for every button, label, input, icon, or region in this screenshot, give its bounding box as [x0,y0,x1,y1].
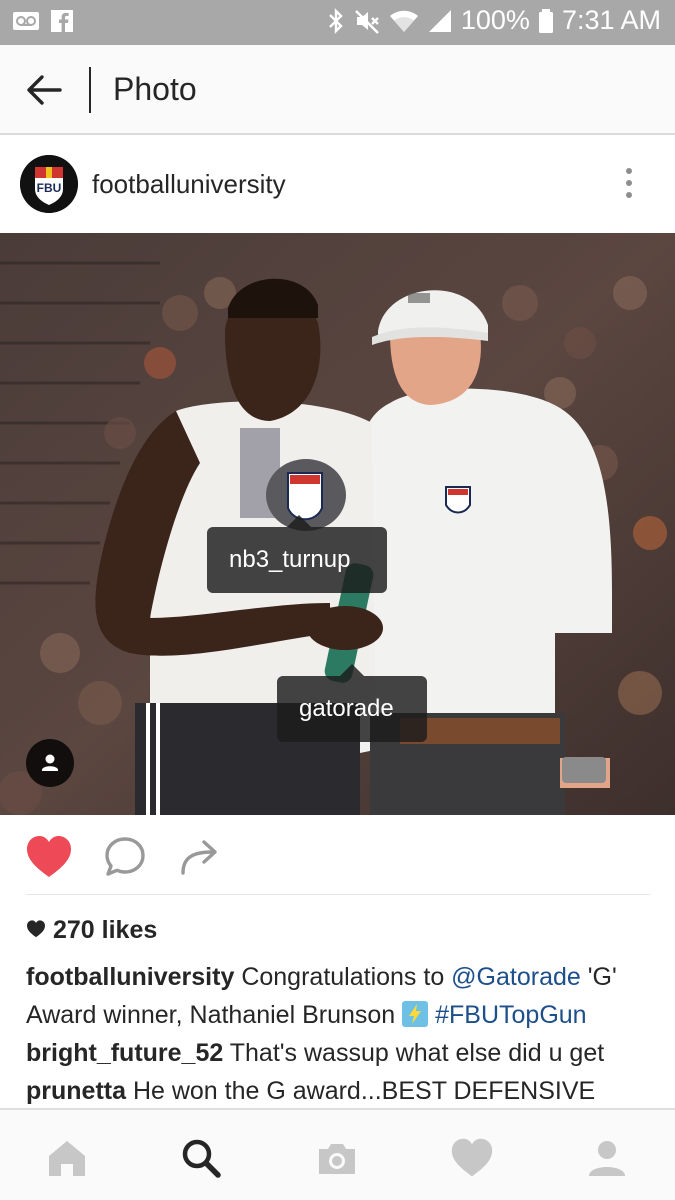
profile-icon [585,1141,629,1184]
caption-hashtag[interactable]: #FBUTopGun [435,1001,586,1029]
person-icon [26,739,74,787]
camera-icon [315,1144,359,1184]
share-button[interactable] [178,835,222,884]
back-button[interactable] [24,72,64,108]
share-arrow-icon [178,840,222,883]
voicemail-icon [12,8,40,39]
caption-text: Congratulations to [234,963,452,991]
nav-camera[interactable] [315,1136,359,1180]
comment-bubble-icon [103,837,147,883]
battery-percent: 100% [460,5,530,35]
photo-tag-gatorade[interactable]: gatorade [277,676,427,742]
actions-divider [26,894,650,895]
tag-pointer [340,664,364,676]
photo-tag-nb3-turnup[interactable]: nb3_turnup [207,527,387,593]
comment-username[interactable]: prunetta [26,1077,126,1105]
photo-tag-label: nb3_turnup [229,546,351,573]
nav-home[interactable] [45,1136,89,1180]
bluetooth-icon [327,7,345,35]
post-actions [0,815,675,895]
comment: bright_future_52 That's wassup what else… [26,1034,656,1072]
page-title: Photo [113,71,197,107]
avatar[interactable]: FBU [20,155,78,213]
more-vertical-icon [617,168,641,209]
lightning-emoji-icon [402,1001,429,1027]
comment-username[interactable]: bright_future_52 [26,1039,223,1067]
status-right-icons: 100% 7:31 AM [327,5,661,36]
heart-filled-icon [25,836,73,883]
post-username[interactable]: footballuniversity [92,169,286,200]
likes-count[interactable]: 270 likes [26,916,157,945]
svg-text:FBU: FBU [37,181,62,195]
more-options-button[interactable] [617,165,641,205]
comment-text: That's wassup what else did u get [223,1039,605,1067]
likes-text: 270 likes [53,916,158,944]
arrow-left-icon [24,75,64,112]
nav-profile[interactable] [585,1136,629,1180]
bottom-nav [0,1108,675,1200]
nav-search[interactable] [179,1136,223,1180]
mute-icon [353,7,381,35]
caption-username[interactable]: footballuniversity [26,963,234,991]
clock: 7:31 AM [561,5,661,35]
caption-mention[interactable]: @Gatorade [451,963,581,991]
home-icon [45,1141,89,1184]
post-header: FBU footballuniversity [0,137,675,233]
photo-tag-label: gatorade [299,695,394,722]
post-photo[interactable]: nb3_turnup gatorade [0,233,675,815]
small-heart-icon [26,916,46,945]
status-bar: 100% 7:31 AM [0,0,675,45]
like-button[interactable] [25,835,73,884]
tag-pointer [287,515,311,527]
battery-icon [538,7,554,35]
nav-activity[interactable] [450,1136,494,1180]
app-header: Photo [0,45,675,135]
comment-button[interactable] [103,835,147,884]
signal-icon [427,7,453,35]
facebook-icon [50,8,74,39]
header-divider [89,67,91,113]
status-left-icons [12,8,74,39]
wifi-icon [389,7,419,35]
show-tags-button[interactable] [26,739,74,787]
caption: footballuniversity Congratulations to @G… [26,958,656,1034]
heart-icon [450,1138,494,1184]
search-icon [179,1139,223,1184]
